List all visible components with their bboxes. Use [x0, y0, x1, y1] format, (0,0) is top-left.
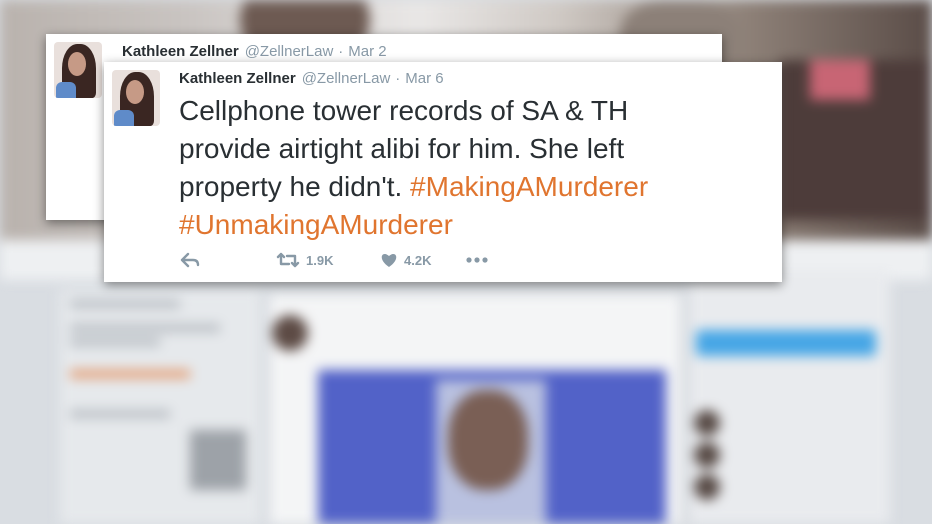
- reply-button[interactable]: [180, 252, 276, 268]
- separator: ·: [338, 43, 344, 60]
- profile-avatar[interactable]: [54, 42, 102, 98]
- hashtag-link[interactable]: #MakingAMurderer: [410, 171, 648, 202]
- author-handle[interactable]: @ZellnerLaw: [302, 70, 391, 87]
- heart-icon: [380, 252, 398, 268]
- author-name[interactable]: Kathleen Zellner: [122, 43, 239, 60]
- tweet-text-line: Cellphone tower records of SA & TH: [179, 95, 629, 126]
- tweet-header: Kathleen Zellner @ZellnerLaw · Mar 2: [122, 43, 387, 60]
- retweet-icon: [276, 252, 300, 268]
- tweet-card[interactable]: Kathleen Zellner @ZellnerLaw · Mar 6 Cellph…: [104, 62, 782, 282]
- hashtag-link[interactable]: #UnmakingAMurderer: [179, 209, 453, 240]
- tweet-text: Cellphone tower records of SA & TH provi…: [179, 92, 759, 244]
- tweet-date[interactable]: Mar 6: [405, 70, 443, 87]
- tweet-text-line: provide airtight alibi for him. She left: [179, 133, 625, 164]
- author-handle[interactable]: @ZellnerLaw: [245, 43, 334, 60]
- tweet-text-line: #UnmakingAMurderer: [179, 206, 759, 244]
- more-icon: [466, 257, 488, 263]
- tweet-text-line: property he didn't. #MakingAMurderer: [179, 168, 759, 206]
- tweet-date[interactable]: Mar 2: [348, 43, 386, 60]
- like-count: 4.2K: [404, 252, 432, 268]
- like-button[interactable]: 4.2K: [380, 252, 466, 268]
- tweet-text-fragment: property he didn't.: [179, 171, 411, 202]
- profile-avatar[interactable]: [112, 70, 160, 126]
- tweet-actions: 1.9K 4.2K: [180, 248, 488, 272]
- separator: ·: [395, 70, 401, 87]
- more-button[interactable]: [466, 257, 488, 263]
- retweet-button[interactable]: 1.9K: [276, 252, 380, 268]
- reply-icon: [180, 252, 200, 268]
- tweet-header: Kathleen Zellner @ZellnerLaw · Mar 6: [179, 70, 444, 87]
- retweet-count: 1.9K: [306, 252, 334, 268]
- author-name[interactable]: Kathleen Zellner: [179, 70, 296, 87]
